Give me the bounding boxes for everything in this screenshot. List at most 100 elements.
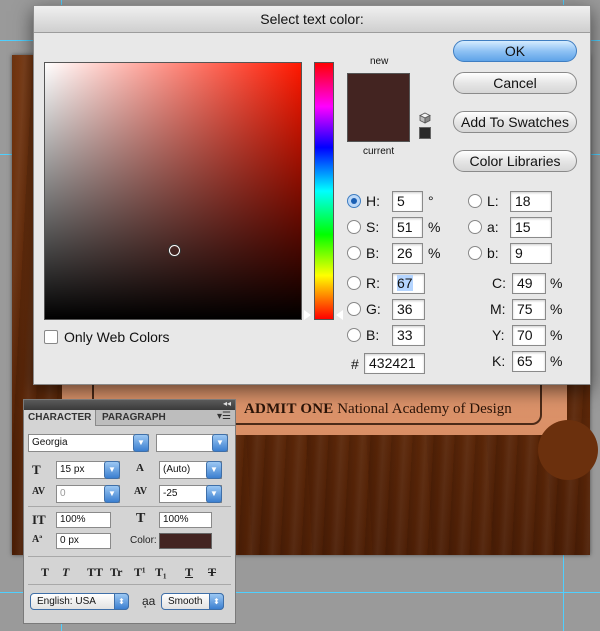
- leading-select[interactable]: (Auto) ▼: [159, 461, 222, 479]
- color-field-cursor[interactable]: [169, 245, 180, 256]
- chevron-down-icon[interactable]: ▼: [133, 434, 149, 452]
- magenta-input[interactable]: 75: [512, 299, 546, 320]
- color-field[interactable]: [44, 62, 302, 320]
- lab-b-input[interactable]: 9: [510, 243, 552, 264]
- divider: [28, 556, 231, 557]
- hue-input[interactable]: 5: [392, 191, 423, 212]
- lab-a-radio[interactable]: [468, 220, 482, 234]
- lab-b-radio[interactable]: [468, 246, 482, 260]
- horizontal-scale-input[interactable]: 100%: [159, 512, 212, 528]
- blue-row[interactable]: B:: [347, 324, 379, 346]
- strikethrough-button[interactable]: T: [208, 565, 216, 580]
- hue-slider[interactable]: [314, 62, 334, 320]
- superscript-button[interactable]: T¹: [134, 565, 146, 580]
- hue-slider-handle-right[interactable]: [336, 310, 343, 320]
- anti-alias-select[interactable]: Smooth ⬍: [161, 593, 224, 610]
- lab-b-row[interactable]: b:: [468, 242, 499, 264]
- only-web-colors-checkbox[interactable]: Only Web Colors: [44, 329, 170, 345]
- faux-bold-button[interactable]: T: [41, 565, 49, 580]
- cyan-input[interactable]: 49: [512, 273, 546, 294]
- brightness-unit: %: [428, 245, 441, 261]
- red-input[interactable]: 67: [392, 273, 425, 294]
- red-row[interactable]: R:: [347, 272, 380, 294]
- underline-button[interactable]: T: [185, 565, 193, 580]
- collapse-icon[interactable]: ◂◂: [223, 399, 231, 408]
- vertical-scale-input[interactable]: 100%: [56, 512, 111, 528]
- horizontal-scale-icon: T: [136, 511, 146, 526]
- panel-titlebar[interactable]: ◂◂: [24, 399, 235, 410]
- all-caps-button[interactable]: TT: [87, 565, 103, 580]
- small-caps-button[interactable]: Tr: [110, 565, 122, 580]
- tab-paragraph[interactable]: PARAGRAPH: [98, 410, 170, 426]
- cancel-button[interactable]: Cancel: [453, 72, 577, 94]
- tracking-icon: AV: [134, 486, 148, 497]
- font-style-select[interactable]: ▼: [156, 434, 228, 452]
- yellow-label: Y:: [492, 327, 505, 343]
- green-row[interactable]: G:: [347, 298, 381, 320]
- ticket-academy-text: National Academy of Design: [337, 401, 512, 417]
- hex-label: #: [351, 356, 359, 372]
- black-input[interactable]: 65: [512, 351, 546, 372]
- red-radio[interactable]: [347, 276, 361, 290]
- blue-radio[interactable]: [347, 328, 361, 342]
- color-picker-dialog: Select text color: Only Web Colors new c…: [33, 5, 591, 385]
- add-to-swatches-button[interactable]: Add To Swatches: [453, 111, 577, 133]
- chevron-down-icon[interactable]: ▼: [212, 434, 228, 452]
- baseline-shift-input[interactable]: 0 px: [56, 533, 111, 549]
- saturation-row[interactable]: S:: [347, 216, 379, 238]
- brightness-radio[interactable]: [347, 246, 361, 260]
- hue-radio[interactable]: [347, 194, 361, 208]
- brightness-row[interactable]: B:: [347, 242, 379, 264]
- blue-input[interactable]: 33: [392, 325, 425, 346]
- chevron-down-icon[interactable]: ▼: [104, 461, 120, 479]
- cyan-label: C:: [492, 275, 506, 291]
- chevron-down-icon[interactable]: ▼: [104, 485, 120, 503]
- panel-menu-icon[interactable]: ▾☰: [217, 411, 231, 422]
- hex-input[interactable]: 432421: [364, 353, 425, 374]
- text-color-swatch[interactable]: [159, 533, 212, 549]
- font-family-select[interactable]: Georgia ▼: [28, 434, 149, 452]
- tab-character[interactable]: CHARACTER: [24, 410, 97, 426]
- hue-unit: °: [428, 193, 434, 209]
- checkbox-box[interactable]: [44, 330, 58, 344]
- green-input[interactable]: 36: [392, 299, 425, 320]
- font-family-value: Georgia: [32, 437, 68, 448]
- hue-slider-handle-left[interactable]: [304, 310, 311, 320]
- gamut-cube-icon[interactable]: [419, 112, 431, 124]
- chevron-updown-icon[interactable]: ⬍: [114, 593, 129, 610]
- color-libraries-button[interactable]: Color Libraries: [453, 150, 577, 172]
- brightness-input[interactable]: 26: [392, 243, 423, 264]
- subscript-button[interactable]: T₁: [155, 565, 167, 580]
- black-label: K:: [492, 353, 506, 369]
- cyan-unit: %: [550, 275, 563, 291]
- ticket-text[interactable]: ADMIT ONE National Academy of Design: [244, 401, 512, 418]
- kerning-icon: AV: [32, 486, 46, 497]
- language-select[interactable]: English: USA ⬍: [30, 593, 129, 610]
- ok-button[interactable]: OK: [453, 40, 577, 62]
- hue-label: H:: [366, 193, 380, 209]
- lab-l-radio[interactable]: [468, 194, 482, 208]
- anti-alias-icon: a͎a: [142, 594, 156, 608]
- saturation-radio[interactable]: [347, 220, 361, 234]
- character-panel: ◂◂ CHARACTER PARAGRAPH ▾☰ Georgia ▼ ▼ T …: [23, 399, 236, 624]
- tracking-select[interactable]: -25 ▼: [159, 485, 222, 503]
- chevron-down-icon[interactable]: ▼: [206, 461, 222, 479]
- chevron-down-icon[interactable]: ▼: [206, 485, 222, 503]
- leading-icon: A: [136, 462, 144, 474]
- lab-a-row[interactable]: a:: [468, 216, 499, 238]
- faux-italic-button[interactable]: T: [62, 565, 69, 580]
- green-radio[interactable]: [347, 302, 361, 316]
- web-safe-swatch[interactable]: [419, 127, 431, 139]
- lab-b-label: b:: [487, 245, 499, 261]
- font-size-select[interactable]: 15 px ▼: [56, 461, 120, 479]
- kerning-select[interactable]: 0 ▼: [56, 485, 120, 503]
- yellow-input[interactable]: 70: [512, 325, 546, 346]
- saturation-input[interactable]: 51: [392, 217, 423, 238]
- lab-l-row[interactable]: L:: [468, 190, 499, 212]
- red-label: R:: [366, 275, 380, 291]
- lab-l-input[interactable]: 18: [510, 191, 552, 212]
- green-label: G:: [366, 301, 381, 317]
- lab-a-input[interactable]: 15: [510, 217, 552, 238]
- hue-row[interactable]: H:: [347, 190, 380, 212]
- chevron-updown-icon[interactable]: ⬍: [209, 593, 224, 610]
